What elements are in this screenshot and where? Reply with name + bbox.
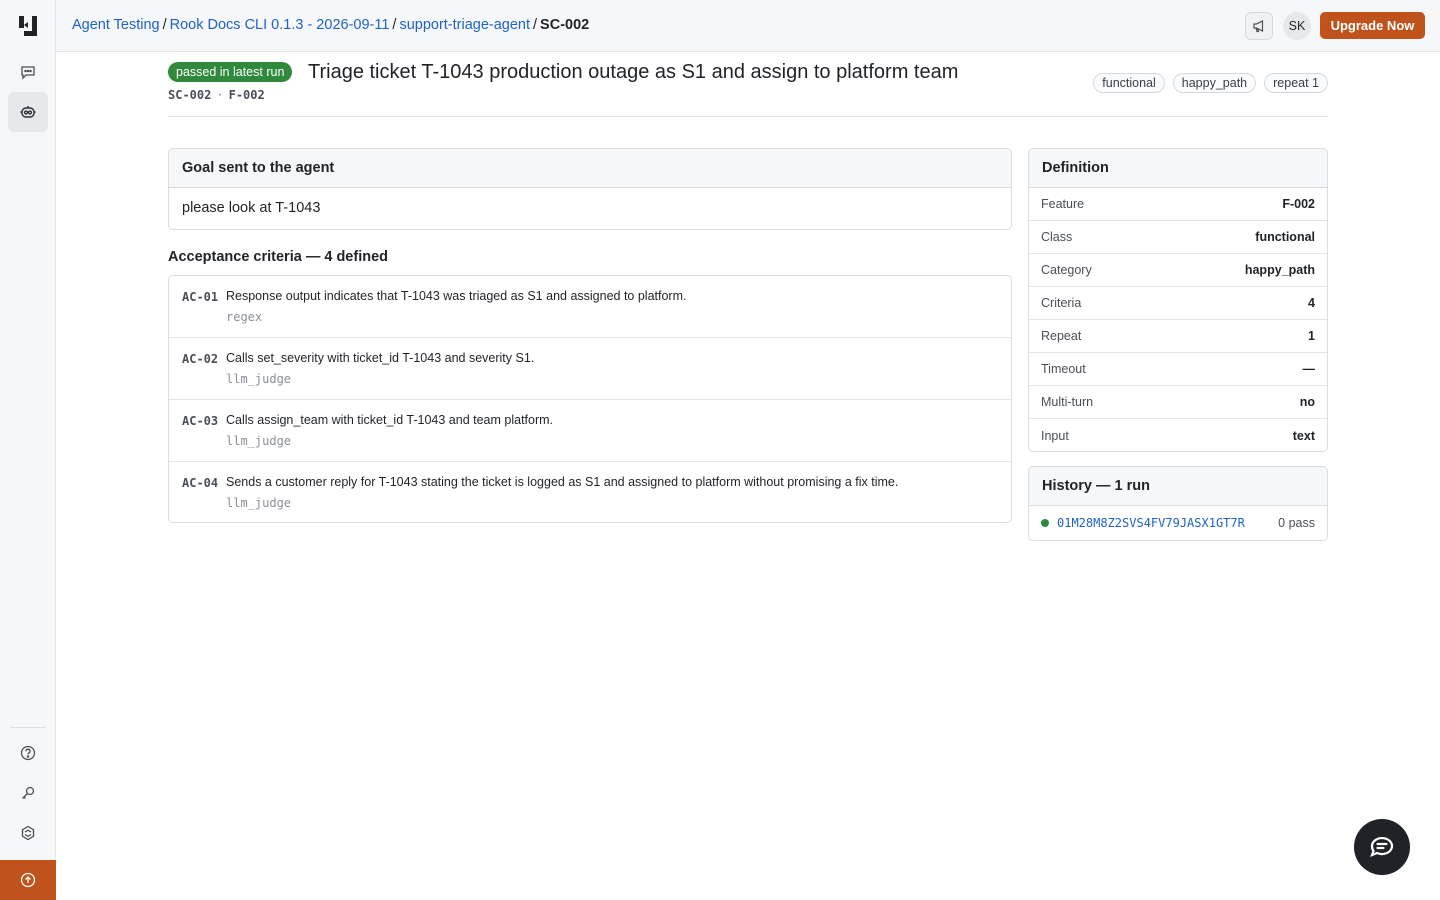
definition-row-multi-turn: Multi-turn no (1029, 386, 1327, 419)
key-icon (22, 786, 35, 799)
scenario-ids: SC-002 · F-002 (168, 88, 265, 102)
run-result: 0 pass (1278, 516, 1315, 530)
breadcrumb-separator: / (162, 17, 167, 33)
acceptance-item: AC-02 Calls set_severity with ticket_id … (169, 338, 1011, 400)
breadcrumb: Agent Testing / Rook Docs CLI 0.1.3 - 2026… (72, 17, 589, 33)
goal-heading: Goal sent to the agent (169, 149, 1011, 188)
breadcrumb-agent-testing[interactable]: Agent Testing (72, 17, 160, 33)
definition-card: Definition Feature F-002 Class functional … (1028, 148, 1328, 452)
sidebar-item-help[interactable] (8, 733, 48, 773)
tag-class: functional (1093, 73, 1165, 93)
breadcrumb-current: SC-002 (540, 17, 590, 33)
acceptance-item: AC-04 Sends a customer reply for T-1043 … (169, 462, 1011, 522)
header-divider (168, 116, 1328, 117)
criterion-text: Calls set_severity with ticket_id T-1043… (226, 351, 535, 365)
definition-row-class: Class functional (1029, 221, 1327, 254)
scenario-id: SC-002 (168, 88, 212, 102)
definition-row-input: Input text (1029, 419, 1327, 451)
acceptance-item: AC-03 Calls assign_team with ticket_id T… (169, 400, 1011, 462)
breadcrumb-separator: / (392, 17, 397, 33)
definition-value: happy_path (1244, 263, 1315, 277)
brand-logo-icon[interactable] (16, 14, 40, 38)
definition-key: Class (1041, 230, 1073, 244)
definition-key: Category (1041, 263, 1092, 277)
definition-row-criteria: Criteria 4 (1029, 287, 1327, 320)
upgrade-now-button[interactable]: Upgrade Now (1320, 12, 1425, 39)
agent-testing-icon (20, 106, 36, 118)
sidebar-divider (10, 727, 46, 728)
definition-value: F-002 (1282, 197, 1315, 211)
feature-id: F-002 (228, 88, 265, 102)
chat-icon (21, 66, 35, 80)
criterion-text: Response output indicates that T-1043 wa… (226, 289, 687, 303)
id-separator: · (216, 88, 224, 102)
tag-category: happy_path (1172, 73, 1257, 93)
criterion-id: AC-01 (182, 290, 219, 304)
criterion-text: Calls assign_team with ticket_id T-1043 … (226, 413, 554, 427)
top-bar: Agent Testing / Rook Docs CLI 0.1.3 - 2026… (56, 0, 1440, 52)
criterion-text: Sends a customer reply for T-1043 statin… (226, 475, 899, 489)
scenario-tags: functional happy_path repeat 1 (1093, 73, 1328, 93)
acceptance-heading: Acceptance criteria — 4 defined (168, 249, 388, 265)
status-badge: passed in latest run (168, 62, 293, 82)
definition-value: functional (1255, 230, 1315, 244)
help-icon (20, 745, 36, 761)
criterion-id: AC-03 (182, 414, 219, 428)
announcements-button[interactable] (1245, 12, 1273, 40)
history-heading: History — 1 run (1029, 467, 1327, 506)
run-status-dot (1041, 519, 1049, 527)
definition-key: Input (1041, 428, 1069, 443)
criterion-type: regex (226, 310, 263, 324)
definition-value: 4 (1308, 296, 1315, 310)
criterion-type: llm_judge (226, 434, 292, 448)
definition-heading: Definition (1029, 149, 1327, 188)
definition-value: 1 (1308, 329, 1315, 343)
sidebar-item-keys[interactable] (8, 773, 48, 813)
goal-card: Goal sent to the agent please look at T-… (168, 148, 1012, 230)
user-avatar[interactable]: SK (1283, 12, 1311, 40)
definition-key: Repeat (1041, 329, 1082, 343)
sidebar (0, 0, 56, 900)
criterion-id: AC-04 (182, 476, 219, 490)
definition-row-feature: Feature F-002 (1029, 188, 1327, 221)
sidebar-item-settings[interactable] (8, 813, 48, 853)
acceptance-item: AC-01 Response output indicates that T-1… (169, 276, 1011, 338)
criterion-type: llm_judge (226, 496, 292, 510)
breadcrumb-agent[interactable]: support-triage-agent (399, 17, 530, 33)
definition-key: Feature (1041, 197, 1085, 211)
definition-key: Timeout (1041, 362, 1086, 376)
breadcrumb-project[interactable]: Rook Docs CLI 0.1.3 - 2026-09-11 (170, 17, 390, 33)
page-title: Triage ticket T-1043 production outage a… (308, 61, 959, 83)
sidebar-item-chat[interactable] (8, 52, 48, 92)
definition-key: Multi-turn (1041, 395, 1094, 409)
sidebar-item-upgrade[interactable] (0, 860, 56, 900)
criterion-type: llm_judge (226, 372, 292, 386)
definition-key: Criteria (1041, 296, 1082, 310)
chat-bubble-icon (1370, 836, 1394, 857)
upload-icon (20, 872, 36, 888)
tag-repeat: repeat 1 (1264, 73, 1328, 93)
criterion-id: AC-02 (182, 352, 219, 366)
breadcrumb-separator: / (533, 17, 538, 33)
sidebar-item-agent-testing[interactable] (8, 92, 48, 132)
definition-value: no (1299, 395, 1315, 409)
settings-icon (21, 825, 35, 841)
megaphone-icon (1253, 20, 1264, 33)
acceptance-list: AC-01 Response output indicates that T-1… (168, 275, 1012, 523)
definition-value: — (1302, 362, 1316, 376)
support-chat-button[interactable] (1354, 819, 1410, 875)
definition-value: text (1292, 428, 1315, 443)
history-run-row: 01M28M8Z2SVS4FV79JASX1GT7R 0 pass (1029, 506, 1327, 540)
definition-row-timeout: Timeout — (1029, 353, 1327, 386)
definition-row-category: Category happy_path (1029, 254, 1327, 287)
history-card: History — 1 run 01M28M8Z2SVS4FV79JASX1GT… (1028, 466, 1328, 541)
goal-text: please look at T-1043 (182, 200, 321, 216)
run-id-link[interactable]: 01M28M8Z2SVS4FV79JASX1GT7R (1057, 516, 1245, 530)
definition-row-repeat: Repeat 1 (1029, 320, 1327, 353)
